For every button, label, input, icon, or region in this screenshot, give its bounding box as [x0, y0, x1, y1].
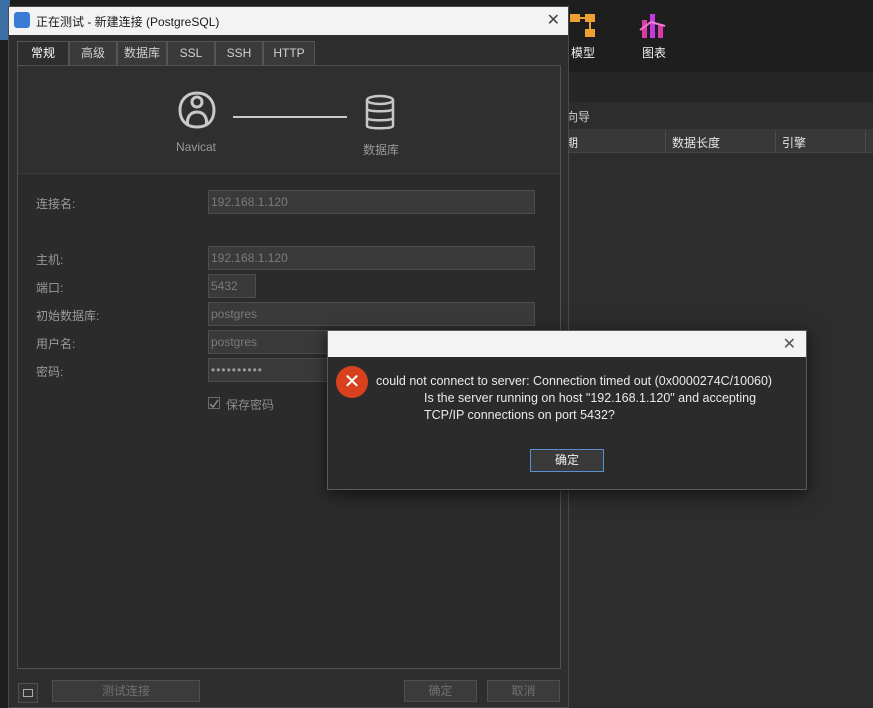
save-password-label: 保存密码	[226, 398, 275, 412]
error-dialog: ✕ ✕ could not connect to server: Connect…	[327, 330, 807, 490]
error-message-line2: Is the server running on host "192.168.1…	[424, 391, 757, 405]
tab-ssl[interactable]: SSL	[167, 41, 215, 65]
tab-general[interactable]: 常规	[17, 41, 69, 65]
port-field[interactable]: 5432	[208, 274, 256, 298]
test-connection-button[interactable]: 测试连接	[52, 680, 200, 702]
connection-diagram: Navicat 数据库	[18, 66, 560, 174]
tab-advanced[interactable]: 高级	[69, 41, 117, 65]
panel-icon	[23, 689, 33, 697]
wizard-label[interactable]: 向导	[566, 108, 590, 125]
column-engine[interactable]: 引擎	[782, 134, 806, 151]
toggle-panel-button[interactable]	[18, 683, 38, 703]
error-dialog-titlebar[interactable]: ✕	[328, 331, 806, 357]
error-message-line1: could not connect to server: Connection …	[376, 374, 773, 388]
column-header: 期 数据长度 引擎	[560, 129, 873, 153]
model-label: 模型	[570, 46, 595, 60]
close-icon[interactable]: ✕	[783, 334, 796, 354]
dialog-footer: 测试连接 确定 取消	[9, 677, 568, 708]
database-label: 数据库	[363, 143, 400, 157]
connection-name-label: 连接名:	[36, 197, 76, 211]
postgresql-icon	[14, 12, 30, 28]
cancel-button[interactable]: 取消	[487, 680, 560, 702]
error-icon: ✕	[336, 366, 368, 398]
ok-button[interactable]: 确定	[404, 680, 477, 702]
host-field[interactable]: 192.168.1.120	[208, 246, 535, 270]
host-label: 主机:	[36, 253, 64, 267]
close-icon[interactable]: ✕	[547, 10, 560, 30]
tab-database[interactable]: 数据库	[117, 41, 167, 65]
chart-tool[interactable]: 图表	[629, 12, 679, 61]
dialog-title: 正在测试 - 新建连接 (PostgreSQL)	[36, 15, 220, 29]
password-label: 密码:	[36, 365, 64, 379]
error-ok-button[interactable]: 确定	[530, 449, 604, 472]
chart-icon	[639, 14, 666, 38]
port-label: 端口:	[36, 281, 64, 295]
connection-name-field[interactable]: 192.168.1.120	[208, 190, 535, 214]
navicat-label: Navicat	[176, 140, 217, 154]
error-message-line3: TCP/IP connections on port 5432?	[424, 408, 615, 422]
save-password-checkbox[interactable]	[208, 397, 220, 409]
tab-http[interactable]: HTTP	[263, 41, 315, 65]
dialog-titlebar[interactable]: 正在测试 - 新建连接 (PostgreSQL) ✕	[9, 7, 568, 35]
column-data-length[interactable]: 数据长度	[672, 134, 720, 151]
connection-line	[233, 116, 347, 118]
model-icon	[570, 14, 595, 37]
check-icon	[209, 399, 219, 409]
initial-db-label: 初始数据库:	[36, 309, 100, 323]
navicat-logo-icon	[178, 91, 216, 129]
chart-label: 图表	[641, 46, 666, 60]
initial-db-field[interactable]: postgres	[208, 302, 535, 326]
tab-ssh[interactable]: SSH	[215, 41, 263, 65]
username-label: 用户名:	[36, 337, 76, 351]
database-icon	[365, 94, 395, 130]
